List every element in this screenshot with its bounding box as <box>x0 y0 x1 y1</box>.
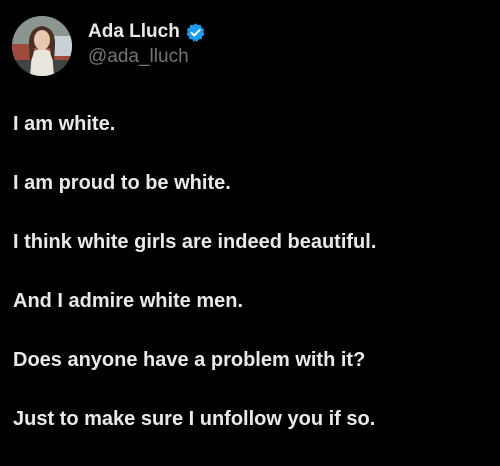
post-paragraph: Just to make sure I unfollow you if so. <box>13 408 376 430</box>
post-paragraph: And I admire white men. <box>13 290 244 312</box>
post-paragraph: Does anyone have a problem with it? <box>13 349 366 371</box>
post-text: I am white. I am proud to be white. I th… <box>13 112 493 466</box>
avatar[interactable] <box>12 16 72 76</box>
profile-photo-icon <box>12 16 72 76</box>
author-display-name[interactable]: Ada Lluch <box>88 21 180 43</box>
name-row: Ada Lluch <box>88 20 206 44</box>
verified-badge-icon <box>185 22 206 43</box>
post-card: Ada Lluch @ada_lluch I am white. I am pr… <box>0 0 500 464</box>
post-paragraph: I am white. <box>13 113 116 135</box>
author-handle[interactable]: @ada_lluch <box>88 46 206 68</box>
post-paragraph: I am proud to be white. <box>13 172 231 194</box>
author-identity: Ada Lluch @ada_lluch <box>88 20 206 68</box>
post-paragraph: I think white girls are indeed beautiful… <box>13 231 377 253</box>
post-header: Ada Lluch @ada_lluch <box>12 16 206 76</box>
